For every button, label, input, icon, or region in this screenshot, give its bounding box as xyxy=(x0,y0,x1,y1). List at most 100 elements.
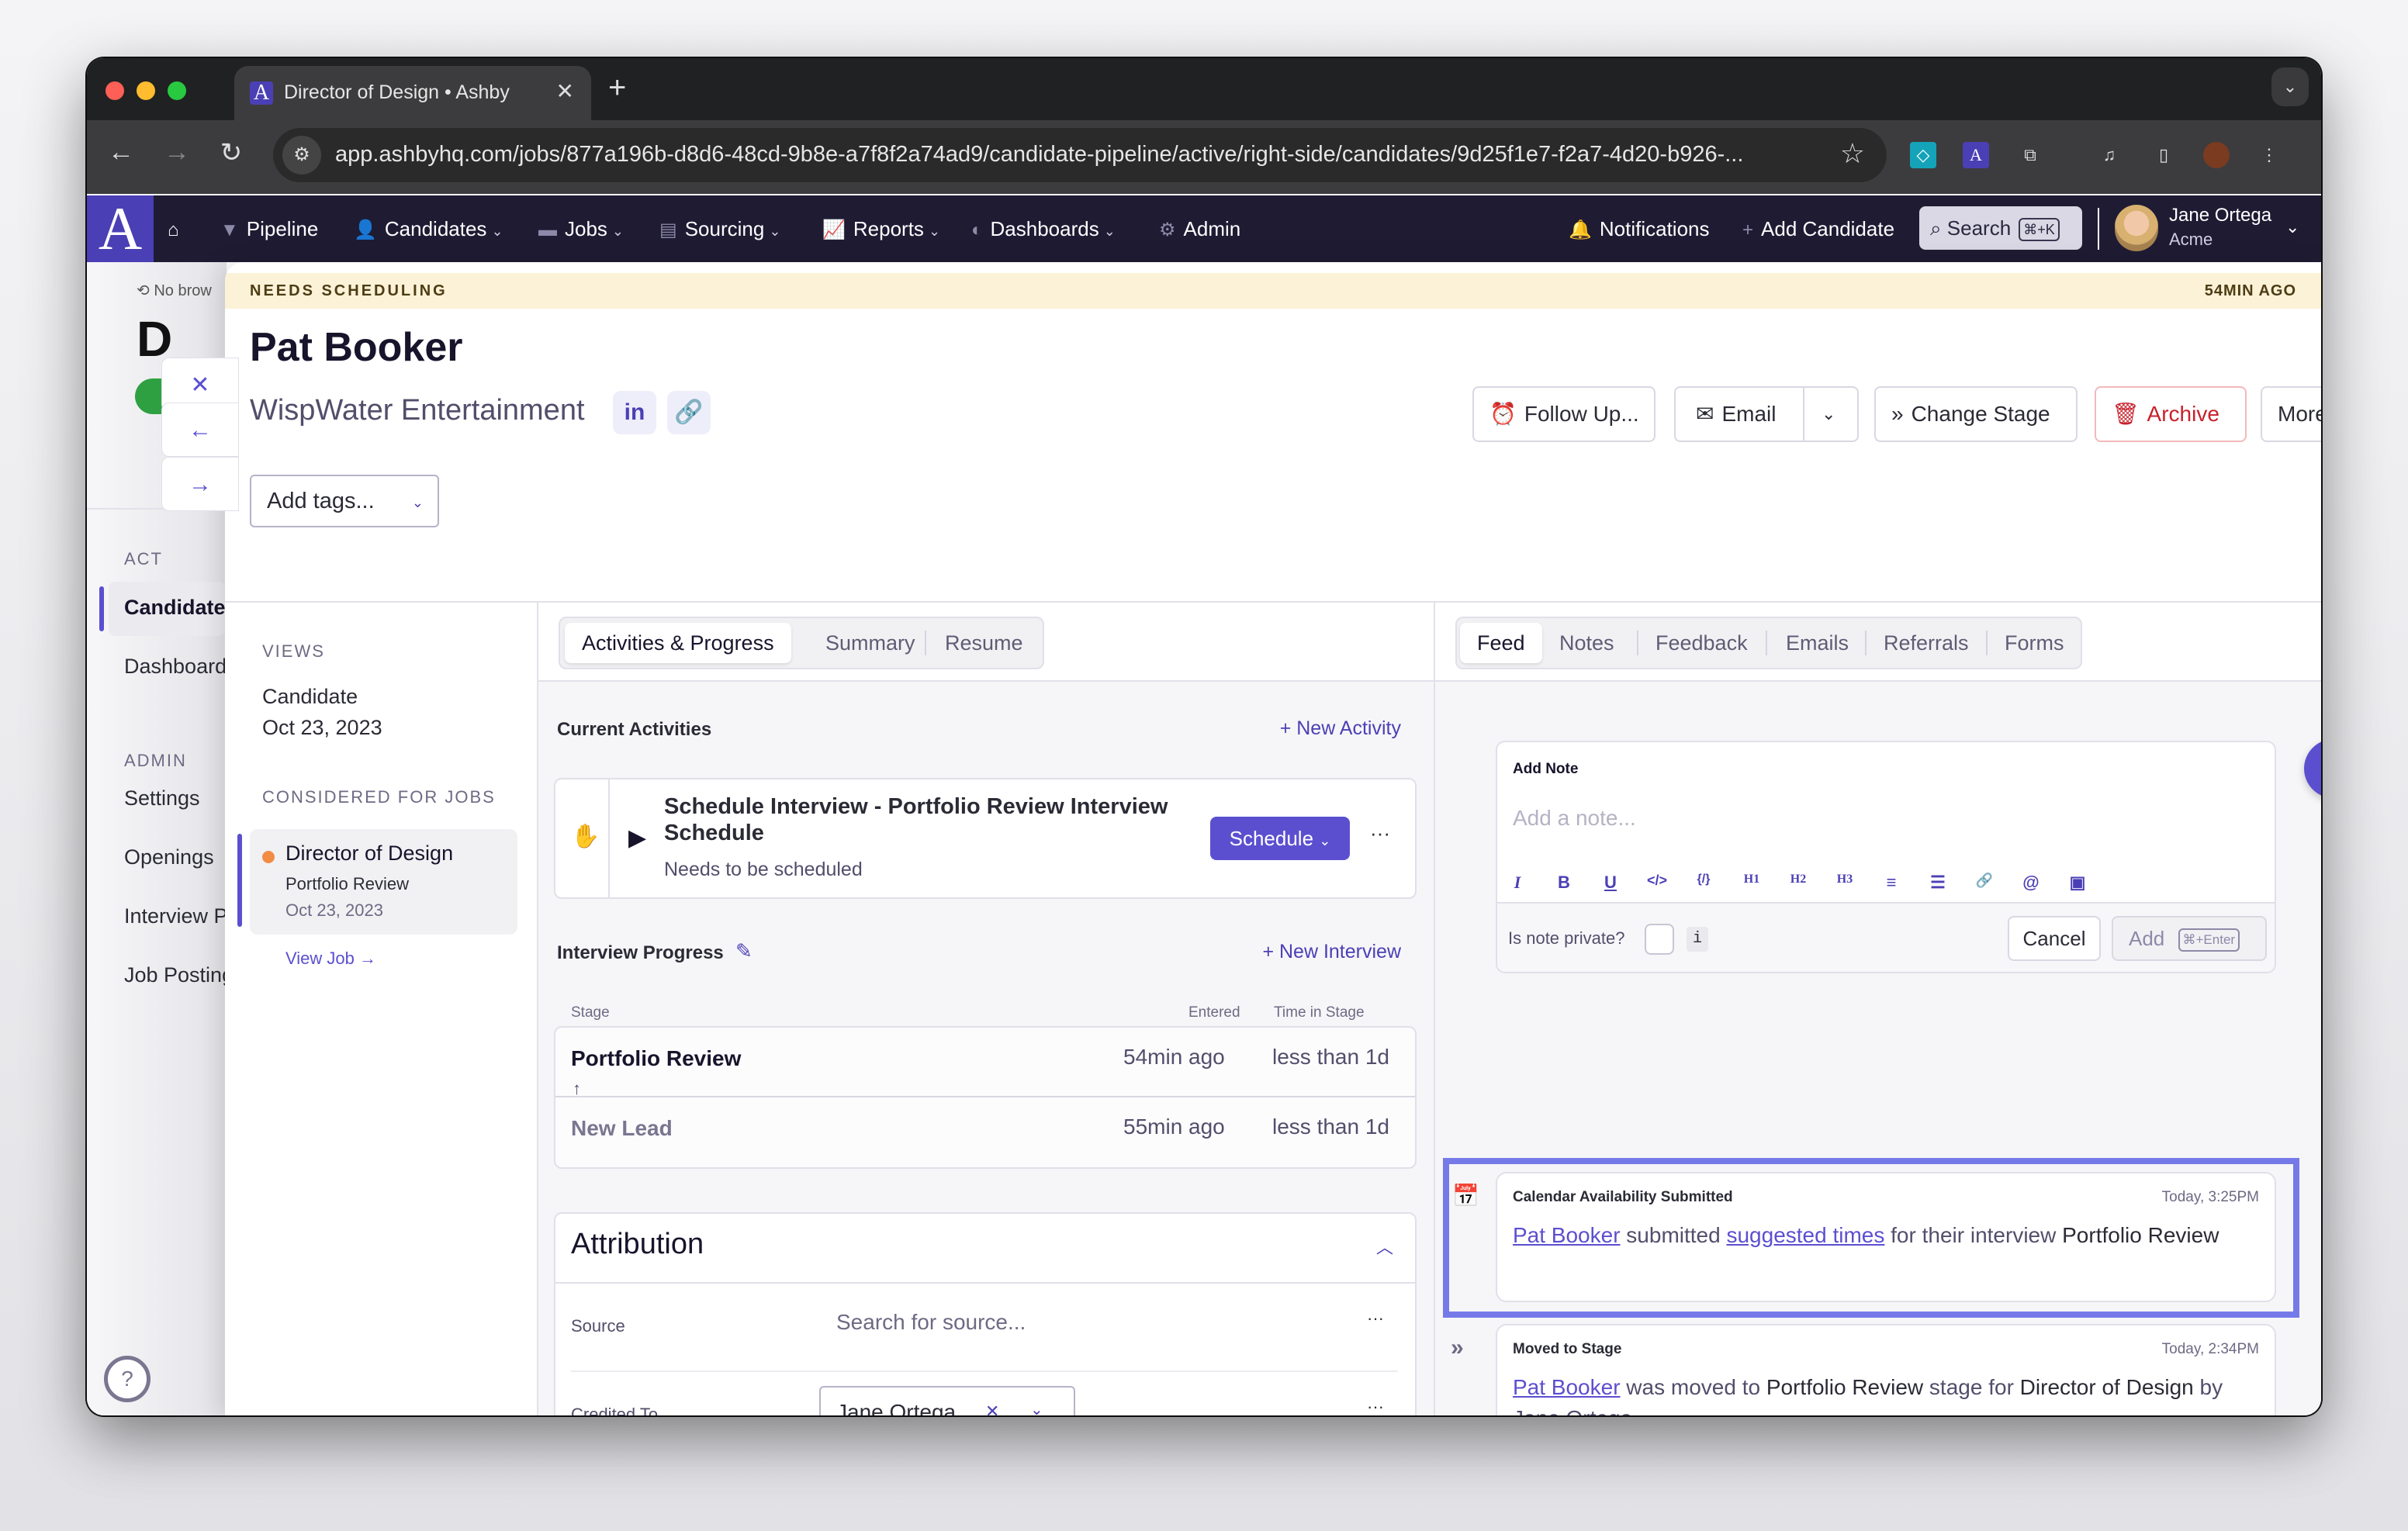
tab-feedback[interactable]: Feedback xyxy=(1638,623,1765,663)
email-options-chevron-icon[interactable]: ⌄ xyxy=(1822,388,1835,441)
notifications-button[interactable]: 🔔 Notifications xyxy=(1569,195,1710,262)
tab-referrals[interactable]: Referrals xyxy=(1867,623,1986,663)
tab-close-icon[interactable]: ✕ xyxy=(556,78,574,104)
code-icon[interactable]: </> xyxy=(1643,873,1671,889)
link-icon[interactable]: 🔗 xyxy=(667,391,711,434)
minimize-window-button[interactable] xyxy=(137,81,155,100)
tab-resume[interactable]: Resume xyxy=(928,623,1040,663)
nav-reports[interactable]: 📈 Reports ⌄ xyxy=(822,195,940,262)
linkedin-icon[interactable]: in xyxy=(613,391,656,434)
user-name[interactable]: Jane Ortega xyxy=(2169,205,2271,226)
view-candidate[interactable]: Candidate xyxy=(262,685,358,709)
credited-to-select[interactable]: Jane Ortega ✕ ⌄ xyxy=(819,1386,1075,1415)
reload-icon[interactable]: ↻ xyxy=(214,137,248,168)
candidate-link[interactable]: Pat Booker xyxy=(1513,1223,1621,1247)
schedule-button[interactable]: Schedule ⌄ xyxy=(1210,817,1350,860)
more-options-icon[interactable]: ··· xyxy=(1370,821,1390,845)
new-activity-link[interactable]: + New Activity xyxy=(1280,717,1401,740)
add-fab-button[interactable]: + xyxy=(2304,739,2321,798)
ashby-extension-icon[interactable]: A xyxy=(1963,142,1989,168)
extension-icon[interactable]: ◇ xyxy=(1910,142,1936,168)
sidebar-item-dashboard[interactable]: Dashboard xyxy=(124,655,227,679)
tab-activities-progress[interactable]: Activities & Progress xyxy=(565,623,791,663)
image-upload-icon[interactable]: ▣ xyxy=(2064,873,2091,893)
nav-candidates[interactable]: 👤 Candidates ⌄ xyxy=(354,195,503,262)
job-card[interactable]: Director of Design Portfolio Review Oct … xyxy=(250,829,517,935)
heading1-icon[interactable]: H1 xyxy=(1738,873,1766,886)
sidebar-item-candidates[interactable]: Candidate xyxy=(124,596,226,620)
sidebar-item-interview-plans[interactable]: Interview P xyxy=(124,904,228,928)
nav-jobs[interactable]: ▬ Jobs ⌄ xyxy=(538,195,624,262)
tab-feed[interactable]: Feed xyxy=(1460,623,1542,663)
private-checkbox[interactable] xyxy=(1645,924,1674,955)
help-icon[interactable]: ? xyxy=(104,1356,150,1402)
sidebar-item-openings[interactable]: Openings xyxy=(124,845,214,869)
ashby-logo[interactable]: A xyxy=(87,195,154,262)
nav-pipeline[interactable]: ▼ Pipeline xyxy=(220,195,318,262)
new-interview-link[interactable]: + New Interview xyxy=(1262,941,1401,963)
note-input[interactable]: Add a note... xyxy=(1513,806,2258,831)
search-button[interactable]: ⌕ Search ⌘+K xyxy=(1919,206,2082,250)
forward-arrow-icon[interactable]: → xyxy=(160,137,194,168)
previous-candidate-button[interactable]: ← xyxy=(161,403,239,457)
user-avatar[interactable] xyxy=(2115,205,2158,251)
nav-sourcing[interactable]: ▤ Sourcing ⌄ xyxy=(659,195,780,262)
add-note-button[interactable]: Add ⌘+Enter xyxy=(2112,916,2267,961)
heading3-icon[interactable]: H3 xyxy=(1831,873,1859,886)
bullet-list-icon[interactable]: ☰ xyxy=(1924,873,1952,893)
tab-search-chevron-icon[interactable]: ⌄ xyxy=(2271,67,2309,106)
source-more-icon[interactable]: ··· xyxy=(1367,1308,1384,1329)
add-candidate-button[interactable]: + Add Candidate xyxy=(1742,195,1894,262)
heading2-icon[interactable]: H2 xyxy=(1784,873,1812,886)
tab-forms[interactable]: Forms xyxy=(1988,623,2081,663)
side-panel-icon[interactable]: ▯ xyxy=(2150,142,2177,168)
change-stage-button[interactable]: » Change Stage xyxy=(1874,386,2078,442)
add-tags-select[interactable]: Add tags... ⌄ xyxy=(250,475,439,527)
follow-up-button[interactable]: ⏰ Follow Up... xyxy=(1472,386,1656,442)
back-arrow-icon[interactable]: ← xyxy=(104,137,138,168)
sidebar-item-settings[interactable]: Settings xyxy=(124,786,200,810)
edit-pencil-icon[interactable]: ✎ xyxy=(735,939,752,963)
source-search-input[interactable]: Search for source... xyxy=(836,1310,1026,1335)
ordered-list-icon[interactable]: ≡ xyxy=(1877,873,1905,893)
home-icon[interactable]: ⌂ xyxy=(168,195,187,262)
browser-menu-icon[interactable]: ⋮ xyxy=(2256,142,2282,168)
browser-tab[interactable]: A Director of Design • Ashby ✕ xyxy=(234,66,591,120)
next-candidate-button[interactable]: → xyxy=(161,457,239,511)
url-text[interactable]: app.ashbyhq.com/jobs/877a196b-d8d6-48cd-… xyxy=(335,142,1743,168)
extensions-puzzle-icon[interactable]: ⧉ xyxy=(2017,142,2043,168)
close-window-button[interactable] xyxy=(106,81,124,100)
underline-icon[interactable]: U xyxy=(1597,873,1624,893)
cancel-button[interactable]: Cancel xyxy=(2008,916,2101,961)
candidate-link[interactable]: Pat Booker xyxy=(1513,1375,1621,1399)
maximize-window-button[interactable] xyxy=(168,81,186,100)
email-button[interactable]: ✉ Email xyxy=(1676,402,1776,426)
chevron-down-icon[interactable]: ⌄ xyxy=(1030,1400,1043,1415)
sidebar-item-job-postings[interactable]: Job Posting xyxy=(124,963,234,987)
tab-emails[interactable]: Emails xyxy=(1769,623,1866,663)
nav-dashboards[interactable]: ◐ Dashboards ⌄ xyxy=(971,195,1116,262)
collapse-chevron-up-icon[interactable]: ︿ xyxy=(1376,1234,1393,1259)
italic-icon[interactable]: I xyxy=(1503,873,1531,893)
tab-summary[interactable]: Summary xyxy=(808,623,932,663)
expand-triangle-icon[interactable]: ▶ xyxy=(628,824,646,852)
new-tab-button[interactable]: + xyxy=(608,72,626,103)
info-icon[interactable]: i xyxy=(1687,927,1708,952)
user-menu-chevron-icon[interactable]: ⌄ xyxy=(2285,217,2299,237)
link-icon[interactable]: 🔗 xyxy=(1970,873,1998,889)
nav-admin[interactable]: ⚙ Admin xyxy=(1159,195,1240,262)
mention-icon[interactable]: @ xyxy=(2017,873,2045,893)
media-controls-icon[interactable]: ♫ xyxy=(2096,142,2123,168)
credited-more-icon[interactable]: ··· xyxy=(1367,1397,1384,1415)
view-job-link[interactable]: View Job → xyxy=(285,949,376,969)
url-bar[interactable]: ⚙ app.ashbyhq.com/jobs/877a196b-d8d6-48c… xyxy=(273,128,1887,182)
tab-notes[interactable]: Notes xyxy=(1542,623,1631,663)
more-button[interactable]: More⌄ xyxy=(2261,386,2321,442)
suggested-times-link[interactable]: suggested times xyxy=(1726,1223,1884,1247)
bookmark-star-icon[interactable]: ☆ xyxy=(1840,137,1865,170)
profile-avatar[interactable] xyxy=(2203,142,2230,168)
bold-icon[interactable]: B xyxy=(1550,873,1578,893)
archive-button[interactable]: 🗑 Archive xyxy=(2095,386,2247,442)
clear-x-icon[interactable]: ✕ xyxy=(985,1401,999,1415)
code-block-icon[interactable]: {/} xyxy=(1690,873,1718,886)
